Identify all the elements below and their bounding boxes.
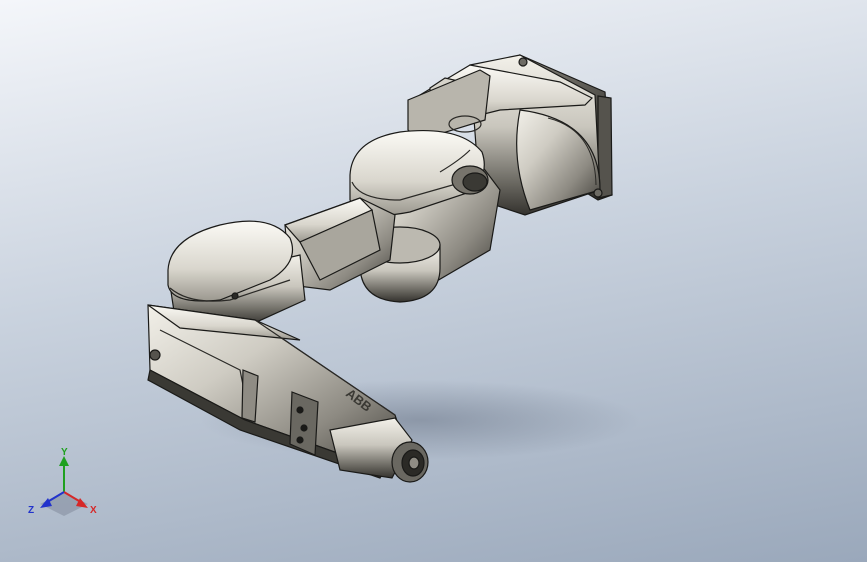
graphics-viewport[interactable]: ABB (0, 0, 867, 562)
elbow-joint[interactable] (167, 220, 306, 326)
y-axis-label: Y (61, 447, 68, 458)
reference-triad[interactable]: Y X Z (22, 448, 106, 524)
robot-arm-model[interactable]: ABB (0, 0, 867, 562)
z-axis-label: Z (28, 505, 35, 516)
x-axis-label: X (90, 505, 97, 516)
